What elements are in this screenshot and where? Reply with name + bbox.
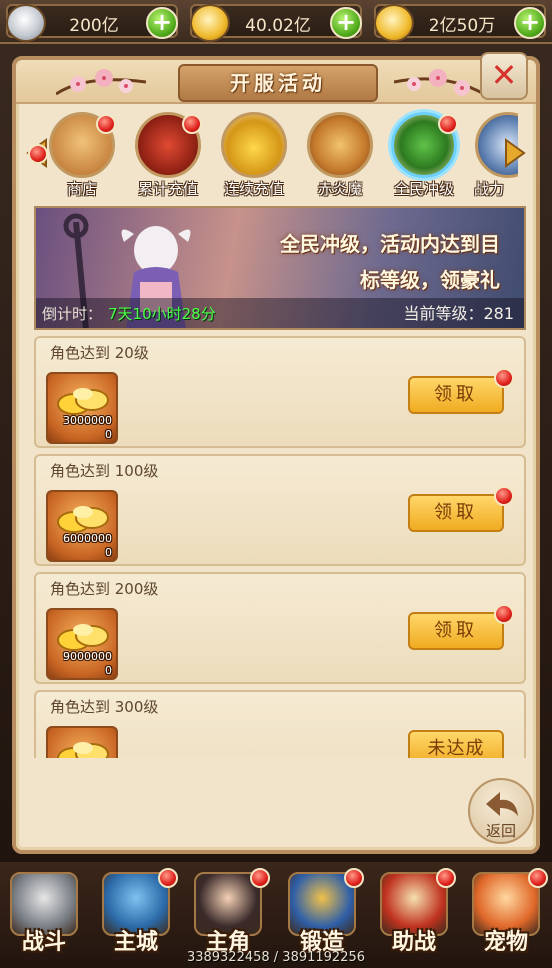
activity-tabs: 商店 累计充值 连续充值 赤炎魔 全民冲级 战力 — [24, 110, 528, 200]
tab-label: 战力 — [474, 180, 505, 198]
blossom-left-icon — [56, 69, 146, 96]
not-reached-button[interactable]: 未达成 — [408, 730, 504, 758]
scroll-right-arrow-icon[interactable] — [502, 138, 528, 168]
back-arrow-icon — [486, 792, 518, 816]
notification-dot — [436, 868, 456, 888]
tab-cumulative-recharge[interactable]: 累计充值 — [128, 112, 208, 198]
reward-row: 角色达到 20级 3000000 0 领取 — [34, 336, 526, 448]
gold-ingot-icon — [190, 4, 230, 42]
gold-pile-icon — [221, 112, 287, 178]
nav-forge[interactable]: 锻造 — [282, 868, 364, 960]
notification-dot — [158, 868, 178, 888]
gold-reward-item[interactable]: 3000000 0 — [46, 372, 118, 444]
claim-button[interactable]: 领取 — [408, 376, 504, 414]
panel-header: 开服活动 ✕ — [16, 52, 536, 104]
reward-requirement: 角色达到 200级 — [50, 580, 159, 598]
banner-line-2: 标等级，领豪礼 — [360, 268, 500, 292]
back-label: 返回 — [485, 822, 516, 840]
tab-consecutive-recharge[interactable]: 连续充值 — [214, 112, 294, 198]
event-banner: 全民冲级，活动内达到目 标等级，领豪礼 倒计时： 7天10小时28分 当前等级：… — [34, 206, 526, 330]
tab-level-up-event[interactable]: 全民冲级 — [384, 112, 464, 198]
bound-gold-ingot-icon — [374, 4, 414, 42]
claim-button[interactable]: 领取 — [408, 612, 504, 650]
reward-row: 角色达到 200级 9000000 0 领取 — [34, 572, 526, 684]
notification-dot — [494, 604, 514, 624]
tab-label: 商店 — [66, 180, 97, 198]
claim-button[interactable]: 领取 — [408, 494, 504, 532]
reward-requirement: 角色达到 100级 — [50, 462, 159, 480]
tab-label: 累计充值 — [137, 180, 198, 198]
tab-shop[interactable]: 商店 — [42, 112, 122, 198]
notification-dot — [494, 486, 514, 506]
add-silver-button[interactable]: + — [146, 7, 178, 39]
silver-amount: 200亿 — [69, 16, 119, 36]
gold-ingot-icon — [57, 742, 109, 758]
notification-dot — [182, 114, 202, 134]
gold-ingot-icon — [57, 388, 109, 415]
notification-dot — [528, 868, 548, 888]
notification-dot — [344, 868, 364, 888]
countdown-label: 倒计时： — [42, 305, 103, 323]
countdown-value: 7天10小时28分 — [108, 305, 216, 323]
nav-hero[interactable]: 主角 — [188, 868, 270, 960]
gold-ingot-icon — [57, 506, 109, 533]
banner-line-1: 全民冲级，活动内达到目 — [280, 232, 500, 256]
reward-amount: 9000000 — [63, 650, 112, 663]
bound-gold-amount: 2亿50万 — [428, 16, 496, 36]
gold-amount: 40.02亿 — [245, 16, 311, 36]
nav-pet[interactable]: 宠物 — [466, 868, 548, 960]
nav-battle[interactable]: 战斗 — [4, 868, 84, 960]
reward-sub-amount: 0 — [105, 664, 112, 677]
panel-title-plate: 开服活动 — [178, 64, 378, 102]
notification-dot — [96, 114, 116, 134]
tab-label: 全民冲级 — [393, 180, 454, 198]
add-bound-gold-button[interactable]: + — [514, 7, 546, 39]
panel-title: 开服活动 — [230, 71, 326, 95]
reward-row: 角色达到 300级 未达成 — [34, 690, 526, 758]
reward-requirement: 角色达到 300级 — [50, 698, 159, 716]
gold-ingot-icon — [57, 624, 109, 651]
nav-assist[interactable]: 助战 — [374, 868, 456, 960]
gold-reward-item[interactable]: 9000000 0 — [46, 608, 118, 680]
reward-row: 角色达到 100级 6000000 0 领取 — [34, 454, 526, 566]
gold-reward-item[interactable] — [46, 726, 118, 758]
blossom-right-icon — [394, 69, 484, 96]
reward-list[interactable]: 角色达到 20级 3000000 0 领取 角色达到 100级 6000000 … — [34, 336, 526, 758]
tab-flame-demon[interactable]: 赤炎魔 — [300, 112, 380, 198]
reward-amount: 6000000 — [63, 532, 112, 545]
silver-currency: 200亿 + — [6, 4, 178, 42]
silver-ingot-icon — [6, 4, 46, 42]
activity-panel: 开服活动 ✕ 商店 累计充值 连续充值 赤炎魔 全民冲级 战力 全民冲级，活动内… — [12, 52, 540, 854]
tab-label: 赤炎魔 — [317, 180, 363, 198]
current-level: 当前等级：281 — [403, 304, 514, 323]
close-icon: ✕ — [490, 56, 518, 94]
gold-reward-item[interactable]: 6000000 0 — [46, 490, 118, 562]
back-button[interactable]: 返回 — [468, 778, 534, 844]
flame-demon-icon — [307, 112, 373, 178]
reward-requirement: 角色达到 20级 — [50, 344, 149, 362]
reward-sub-amount: 0 — [105, 428, 112, 441]
reward-amount: 3000000 — [63, 414, 112, 427]
game-screen: 200亿 + 40.02亿 + 2亿50万 + 开服活动 ✕ 商店 累计充值 连… — [0, 0, 552, 968]
notification-dot — [250, 868, 270, 888]
gold-currency: 40.02亿 + — [190, 4, 362, 42]
reward-sub-amount: 0 — [105, 546, 112, 559]
notification-dot — [494, 368, 514, 388]
player-ids: 3389322458 / 3891192256 — [186, 950, 366, 965]
notification-dot — [438, 114, 458, 134]
nav-main-city[interactable]: 主城 — [96, 868, 178, 960]
add-gold-button[interactable]: + — [330, 7, 362, 39]
close-button[interactable]: ✕ — [480, 52, 528, 100]
currency-bar: 200亿 + 40.02亿 + 2亿50万 + — [0, 0, 552, 44]
bound-gold-currency: 2亿50万 + — [374, 4, 546, 42]
tab-label: 连续充值 — [223, 180, 284, 198]
